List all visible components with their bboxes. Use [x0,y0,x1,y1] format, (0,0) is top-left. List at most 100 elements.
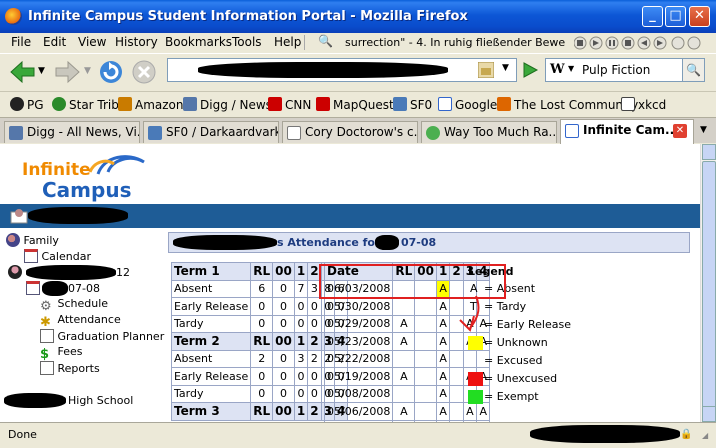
search-input[interactable]: Pulp Fiction [582,63,650,77]
gear-icon: ⚙ [40,299,52,314]
tab-bar: Digg - All News, Vi... SF0 / Darkaardvar… [0,117,716,144]
leaf-icon [426,126,440,140]
tab-sf0[interactable]: SF0 / Darkaardvark [143,121,279,143]
period-header: RL [250,262,274,281]
count-cell: 0 [293,314,309,333]
date-cell[interactable]: 05/23/2008 [323,332,394,351]
date-cell[interactable]: 05/30/2008 [323,297,394,316]
status-bar: Done 🔒 ◢ [0,422,716,448]
go-button[interactable] [519,60,541,83]
date-cell[interactable]: 05/29/2008 [323,314,394,333]
bookmark-digg[interactable]: Digg / News [183,97,272,112]
digg-icon [9,126,23,140]
url-dropdown-icon[interactable]: ▼ [502,63,509,73]
school-link[interactable]: High School [4,393,164,409]
scroll-up-icon[interactable] [702,144,716,160]
back-dropdown-icon[interactable]: ▼ [38,66,45,76]
date-cell[interactable]: 05/22/2008 [323,349,394,368]
bookmark-lost-community[interactable]: The Lost Community [497,97,638,112]
cnn-icon [268,97,282,111]
tab-digg[interactable]: Digg - All News, Vi... [4,121,140,143]
search-go-icon[interactable]: 🔍 [682,59,704,81]
tab-infinite-campus[interactable]: Infinite Cam... ✕ [560,119,694,144]
year-link[interactable]: 07-08 [26,281,126,297]
attendance-mark [414,402,437,421]
xkcd-icon [621,97,635,111]
term-name: Term 1 [170,262,252,281]
close-button[interactable]: ✕ [689,6,710,27]
menu-help[interactable]: Help [274,35,301,49]
count-cell: 0 [307,314,322,333]
wikipedia-engine-icon[interactable]: W [550,62,565,77]
graduation-planner-link[interactable]: Graduation Planner [40,329,164,343]
bookmark-mapquest[interactable]: MapQuest [316,97,394,112]
bookmark-xkcd[interactable]: xkcd [621,97,666,112]
calendar-link[interactable]: Calendar [24,249,91,263]
date-cell[interactable]: 05/08/2008 [323,384,394,403]
fees-link[interactable]: $ Fees [40,345,83,362]
period-header: 1 [293,402,309,421]
bookmark-pg[interactable]: PG [10,97,44,112]
term-header-row: Term 3 RL 00 1 2 3 4 [170,402,349,421]
attendance-year: 07-08 [401,236,437,249]
count-cell: 0 [293,297,309,316]
forward-dropdown-icon[interactable]: ▼ [84,66,91,76]
count-cell: 0 [272,367,295,386]
menu-view[interactable]: View [78,35,106,49]
tab-way-too-much[interactable]: Way Too Much Ra... [421,121,557,143]
legend-label: = Excused [484,354,543,367]
reports-link[interactable]: Reports [40,361,100,375]
menu-edit[interactable]: Edit [43,35,66,49]
forward-button[interactable] [52,59,80,85]
tab-list-icon[interactable]: ▼ [700,125,707,135]
resize-grip-icon[interactable]: ◢ [702,431,708,440]
vertical-scrollbar[interactable] [700,144,716,422]
count-cell: 0 [293,367,309,386]
media-controls[interactable] [573,36,714,50]
reload-button[interactable] [98,59,124,85]
infinite-campus-icon [565,124,579,138]
menu-file[interactable]: File [11,35,31,49]
student-icon [8,265,22,279]
schedule-link[interactable]: ⚙ Schedule [40,297,108,314]
minimize-button[interactable]: _ [642,6,663,27]
family-link[interactable]: Family [6,233,59,247]
count-cell: 0 [250,314,274,333]
menu-history[interactable]: History [115,35,158,49]
bookmark-amazon[interactable]: Amazon [118,97,184,112]
count-cell: 6 [250,279,274,298]
period-header: 1 [293,262,309,281]
row-label: Early Release [170,297,252,316]
bookmark-sf0[interactable]: SF0 [393,97,432,112]
search-box[interactable]: W ▼ Pulp Fiction 🔍 [545,58,705,82]
attendance-mark [449,349,464,368]
attendance-mark [414,384,437,403]
bookmark-cnn[interactable]: CNN [268,97,311,112]
attendance-mark [449,402,464,421]
attendance-link[interactable]: ✱ Attendance [40,313,121,330]
bookmarks-toolbar: PG Star Trib Amazon Digg / News CNN MapQ… [0,91,716,116]
period-header: 00 [272,262,295,281]
maximize-button[interactable]: □ [665,6,686,27]
bookmark-google[interactable]: Google [438,97,497,112]
scroll-thumb[interactable] [702,161,716,410]
close-tab-icon[interactable]: ✕ [673,124,687,138]
count-cell: 0 [307,367,322,386]
menu-tools[interactable]: Tools [232,35,262,49]
menu-bookmarks[interactable]: Bookmarks [165,35,232,49]
back-button[interactable] [8,59,35,85]
student-link[interactable]: 12 [8,265,168,281]
redaction [42,281,68,296]
url-bar[interactable]: ▼ [167,58,517,82]
count-cell: 0 [272,279,295,298]
engine-dropdown-icon[interactable]: ▼ [568,64,574,73]
music-search-icon[interactable]: 🔍 [318,34,333,48]
bookmark-star-trib[interactable]: Star Trib [52,97,119,112]
date-cell[interactable]: 05/06/2008 [323,402,394,421]
tab-cory-doctorow[interactable]: Cory Doctorow's c... [282,121,418,143]
feed-icon[interactable] [477,61,495,81]
legend-swatch [468,390,483,404]
scroll-down-icon[interactable] [702,406,716,422]
date-cell[interactable]: 05/19/2008 [323,367,394,386]
stop-button[interactable] [131,59,157,85]
